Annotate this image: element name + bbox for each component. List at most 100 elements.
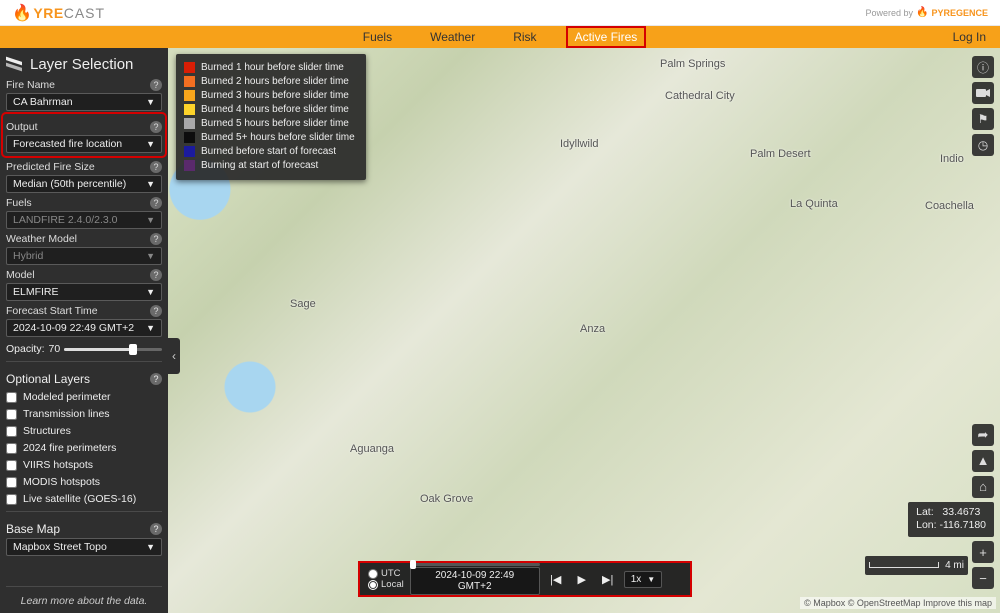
map-label: Palm Springs <box>660 58 725 70</box>
play-button[interactable]: ▶ <box>572 569 592 589</box>
app-header: 🔥 YRE CAST Powered by 🔥 PYREGENCE <box>0 0 1000 26</box>
select-wx-model[interactable]: Hybrid▼ <box>6 247 162 265</box>
select-basemap[interactable]: Mapbox Street Topo▼ <box>6 538 162 556</box>
chevron-down-icon: ▼ <box>146 97 155 107</box>
map-label: Oak Grove <box>420 493 473 505</box>
help-icon[interactable]: ? <box>150 269 162 281</box>
map-label: Coachella <box>925 200 974 212</box>
home-icon[interactable]: ⌂ <box>972 476 994 498</box>
help-icon[interactable]: ? <box>150 233 162 245</box>
optional-title: Optional Layers <box>6 372 90 386</box>
login-link[interactable]: Log In <box>953 30 986 44</box>
share-icon[interactable]: ➦ <box>972 424 994 446</box>
powered-by: Powered by 🔥 PYREGENCE <box>866 7 989 18</box>
clock-icon[interactable]: ◷ <box>972 134 994 156</box>
learn-more-link[interactable]: Learn more about the data. <box>6 586 162 607</box>
help-icon[interactable]: ? <box>150 523 162 535</box>
zoom-out-button[interactable]: − <box>972 567 994 589</box>
map-tools-top: ⓘ ⚑ ◷ <box>972 56 994 156</box>
select-fire-size[interactable]: Median (50th percentile)▼ <box>6 175 162 193</box>
chk-modeled-perimeter[interactable]: Modeled perimeter <box>6 391 162 403</box>
legend-swatch <box>184 90 195 101</box>
terrain-icon[interactable]: ▲ <box>972 450 994 472</box>
field-output: Output? Forecasted fire location▼ <box>4 115 164 155</box>
map-attribution[interactable]: © Mapbox © OpenStreetMap Improve this ma… <box>800 597 996 609</box>
tz-utc[interactable]: UTC <box>368 568 404 579</box>
field-start-time: Forecast Start Time? 2024-10-09 22:49 GM… <box>6 305 162 337</box>
map-label: Cathedral City <box>665 90 735 102</box>
map-label: La Quinta <box>790 198 838 210</box>
chevron-down-icon: ▼ <box>146 215 155 225</box>
field-model: Model? ELMFIRE▼ <box>6 269 162 301</box>
chk-2024-perimeters[interactable]: 2024 fire perimeters <box>6 442 162 454</box>
legend-swatch <box>184 76 195 87</box>
help-icon[interactable]: ? <box>150 373 162 385</box>
step-back-button[interactable]: |◀ <box>546 569 566 589</box>
chk-transmission-lines[interactable]: Transmission lines <box>6 408 162 420</box>
field-wx-model: Weather Model? Hybrid▼ <box>6 233 162 265</box>
help-icon[interactable]: ? <box>150 161 162 173</box>
legend-swatch <box>184 62 195 73</box>
scale-bar: 4 mi <box>865 556 968 575</box>
map-label: Anza <box>580 323 605 335</box>
chevron-down-icon: ▼ <box>146 542 155 552</box>
chevron-down-icon: ▼ <box>146 323 155 333</box>
select-fuels[interactable]: LANDFIRE 2.4.0/2.3.0▼ <box>6 211 162 229</box>
select-model[interactable]: ELMFIRE▼ <box>6 283 162 301</box>
map-label: Sage <box>290 298 316 310</box>
map-tools-bottom: ➦ ▲ ⌂ <box>972 424 994 498</box>
step-forward-button[interactable]: ▶| <box>598 569 618 589</box>
tz-local[interactable]: Local <box>368 579 404 590</box>
chevron-left-icon: ‹ <box>172 349 176 363</box>
field-fire-size: Predicted Fire Size? Median (50th percen… <box>6 161 162 193</box>
nav-bar: Fuels Weather Risk Active Fires Log In <box>0 26 1000 48</box>
opacity-slider[interactable] <box>64 348 162 351</box>
map-label: Palm Desert <box>750 148 811 160</box>
chevron-down-icon: ▼ <box>146 179 155 189</box>
map-label: Aguanga <box>350 443 394 455</box>
opacity-control: Opacity: 70 <box>6 343 162 355</box>
chevron-down-icon: ▼ <box>146 251 155 261</box>
nav-weather[interactable]: Weather <box>422 27 483 47</box>
legend-swatch <box>184 146 195 157</box>
time-slider[interactable] <box>410 563 540 566</box>
chevron-down-icon: ▼ <box>146 287 155 297</box>
coords-readout: Lat: 33.4673 Lon: -116.7180 <box>908 502 994 537</box>
info-icon[interactable]: ⓘ <box>972 56 994 78</box>
flag-icon[interactable]: ⚑ <box>972 108 994 130</box>
select-fire-name[interactable]: CA Bahrman▼ <box>6 93 162 111</box>
map-label: Indio <box>940 153 964 165</box>
chk-viirs[interactable]: VIIRS hotspots <box>6 459 162 471</box>
camera-icon[interactable] <box>972 82 994 104</box>
time-display: 2024-10-09 22:49 GMT+2 <box>410 567 540 595</box>
select-output[interactable]: Forecasted fire location▼ <box>6 135 162 153</box>
help-icon[interactable]: ? <box>150 197 162 209</box>
chk-goes16[interactable]: Live satellite (GOES-16) <box>6 493 162 505</box>
nav-fuels[interactable]: Fuels <box>355 27 400 47</box>
chevron-down-icon: ▼ <box>146 139 155 149</box>
nav-risk[interactable]: Risk <box>505 27 544 47</box>
select-start-time[interactable]: 2024-10-09 22:49 GMT+2▼ <box>6 319 162 337</box>
chk-structures[interactable]: Structures <box>6 425 162 437</box>
nav-active-fires[interactable]: Active Fires <box>567 27 646 47</box>
field-fire-name: Fire Name? CA Bahrman▼ <box>6 79 162 111</box>
chk-modis[interactable]: MODIS hotspots <box>6 476 162 488</box>
sidebar: Layer Selection Fire Name? CA Bahrman▼ O… <box>0 48 168 613</box>
map-label: Idyllwild <box>560 138 599 150</box>
time-controls: UTC Local 2024-10-09 22:49 GMT+2 |◀ ▶ ▶|… <box>360 563 690 595</box>
help-icon[interactable]: ? <box>150 305 162 317</box>
help-icon[interactable]: ? <box>150 121 162 133</box>
basemap-title: Base Map <box>6 522 60 536</box>
speed-select[interactable]: 1x▼ <box>624 571 662 588</box>
zoom-in-button[interactable]: + <box>972 541 994 563</box>
flame-icon: 🔥 <box>12 3 32 23</box>
legend-swatch <box>184 160 195 171</box>
help-icon[interactable]: ? <box>150 79 162 91</box>
legend-panel: Burned 1 hour before slider time Burned … <box>176 54 366 180</box>
sidebar-title: Layer Selection <box>30 56 133 73</box>
logo: 🔥 YRE CAST <box>12 3 105 23</box>
chevron-down-icon: ▼ <box>647 575 655 584</box>
field-fuels: Fuels? LANDFIRE 2.4.0/2.3.0▼ <box>6 197 162 229</box>
legend-swatch <box>184 104 195 115</box>
sidebar-collapse-button[interactable]: ‹ <box>168 338 180 374</box>
